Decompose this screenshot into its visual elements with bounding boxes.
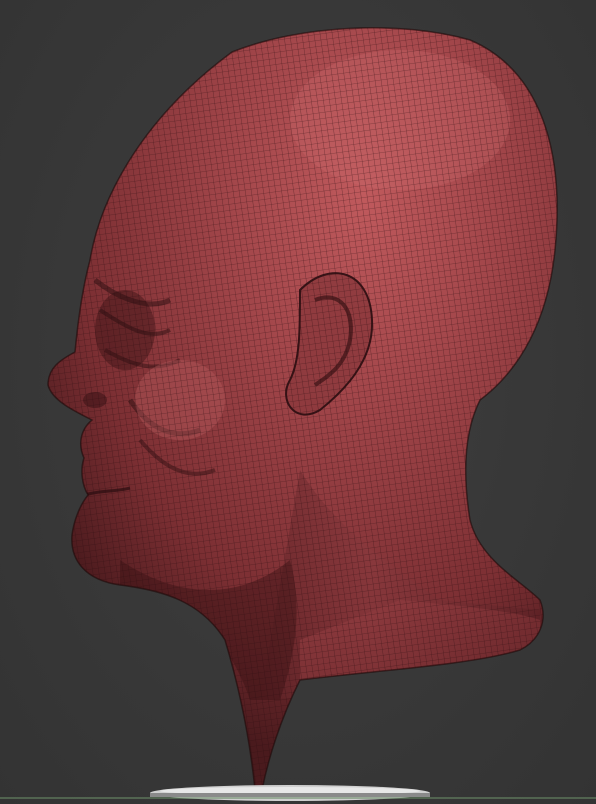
head-model[interactable] [0, 0, 596, 804]
viewport-bottom-edge [0, 797, 596, 799]
3d-viewport[interactable] [0, 0, 596, 804]
sculpt-canvas[interactable] [0, 0, 596, 804]
